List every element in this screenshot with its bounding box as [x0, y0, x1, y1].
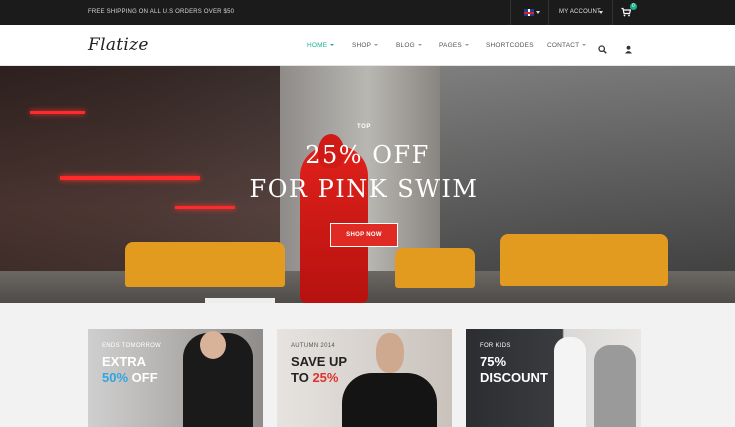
chevron-down-icon: [374, 44, 379, 47]
promo-card-kids[interactable]: FOR KIDS 75% DISCOUNT: [466, 329, 641, 427]
chevron-down-icon: [417, 44, 422, 47]
nav-shop[interactable]: SHOP: [352, 42, 379, 49]
promo-highlight: 25%: [312, 370, 339, 385]
nav-label: CONTACT: [547, 42, 580, 49]
language-chevron-down-icon[interactable]: [536, 11, 540, 14]
uk-flag-icon[interactable]: [524, 9, 534, 16]
taxi: [125, 242, 285, 287]
promo-card-mens[interactable]: ENDS TOMORROW EXTRA 50% OFF: [88, 329, 263, 427]
account-chevron-down-icon[interactable]: [599, 11, 603, 14]
hero-banner: TOP 25% OFF FOR PINK SWIM SHOP NOW: [0, 66, 735, 303]
promo-title-line2: DISCOUNT: [480, 370, 548, 385]
main-header: Flatize HOME SHOP BLOG PAGES SHORTCODES …: [0, 25, 735, 66]
taxi: [395, 248, 475, 288]
site-logo[interactable]: Flatize: [88, 35, 149, 55]
nav-label: SHORTCODES: [486, 42, 534, 49]
promo-model-head: [376, 333, 404, 373]
chevron-down-icon: [464, 44, 469, 47]
promo-title-prefix: TO: [291, 370, 313, 385]
hero-headline-line1: 25% OFF: [305, 141, 430, 169]
promo-model-head: [200, 331, 226, 359]
promo-highlight: 50%: [102, 370, 129, 385]
nav-label: HOME: [307, 42, 328, 49]
nav-label: SHOP: [352, 42, 372, 49]
cart-icon[interactable]: [621, 7, 632, 17]
nav-contact[interactable]: CONTACT: [547, 42, 587, 49]
promo-kid-figure: [554, 337, 586, 427]
promo-title-line2: 50% OFF: [102, 370, 158, 385]
search-icon[interactable]: [598, 41, 607, 54]
taxi: [500, 234, 668, 286]
nav-blog[interactable]: BLOG: [396, 42, 422, 49]
user-icon[interactable]: [624, 41, 633, 54]
promo-subtitle: ENDS TOMORROW: [102, 343, 162, 349]
divider: [510, 0, 511, 25]
nav-shortcodes[interactable]: SHORTCODES: [486, 42, 534, 49]
promo-model-figure: [342, 373, 437, 427]
nav-label: PAGES: [439, 42, 462, 49]
promo-highlight: 75%: [480, 354, 507, 369]
promo-title-line1: SAVE UP: [291, 354, 348, 369]
promo-title-line1: EXTRA: [102, 354, 147, 369]
chevron-down-icon: [330, 44, 335, 47]
nav-home[interactable]: HOME: [307, 42, 335, 49]
promo-title-rest: OFF: [128, 370, 158, 385]
nav-pages[interactable]: PAGES: [439, 42, 469, 49]
neon-sign: [30, 111, 85, 114]
shopping-bag: [205, 298, 275, 303]
shop-now-button[interactable]: SHOP NOW: [330, 223, 398, 247]
shipping-notice: FREE SHIPPING ON ALL U.S ORDERS OVER $50: [88, 9, 235, 15]
divider: [548, 0, 549, 25]
nav-label: BLOG: [396, 42, 415, 49]
top-bar: FREE SHIPPING ON ALL U.S ORDERS OVER $50…: [0, 0, 735, 25]
promo-title-line2: TO 25%: [291, 370, 338, 385]
chevron-down-icon: [582, 44, 587, 47]
neon-sign: [175, 206, 235, 209]
my-account-menu[interactable]: MY ACCOUNT: [559, 9, 601, 15]
cart-count-badge: 0: [630, 3, 637, 10]
promo-card-womens[interactable]: AUTUMN 2014 SAVE UP TO 25%: [277, 329, 452, 427]
promo-kid-figure: [594, 345, 636, 427]
hero-tag: TOP: [357, 124, 372, 130]
hero-headline-line2: FOR PINK SWIM: [249, 175, 479, 203]
promo-subtitle: AUTUMN 2014: [291, 343, 335, 349]
promo-subtitle: FOR KIDS: [480, 343, 511, 349]
divider: [612, 0, 613, 25]
